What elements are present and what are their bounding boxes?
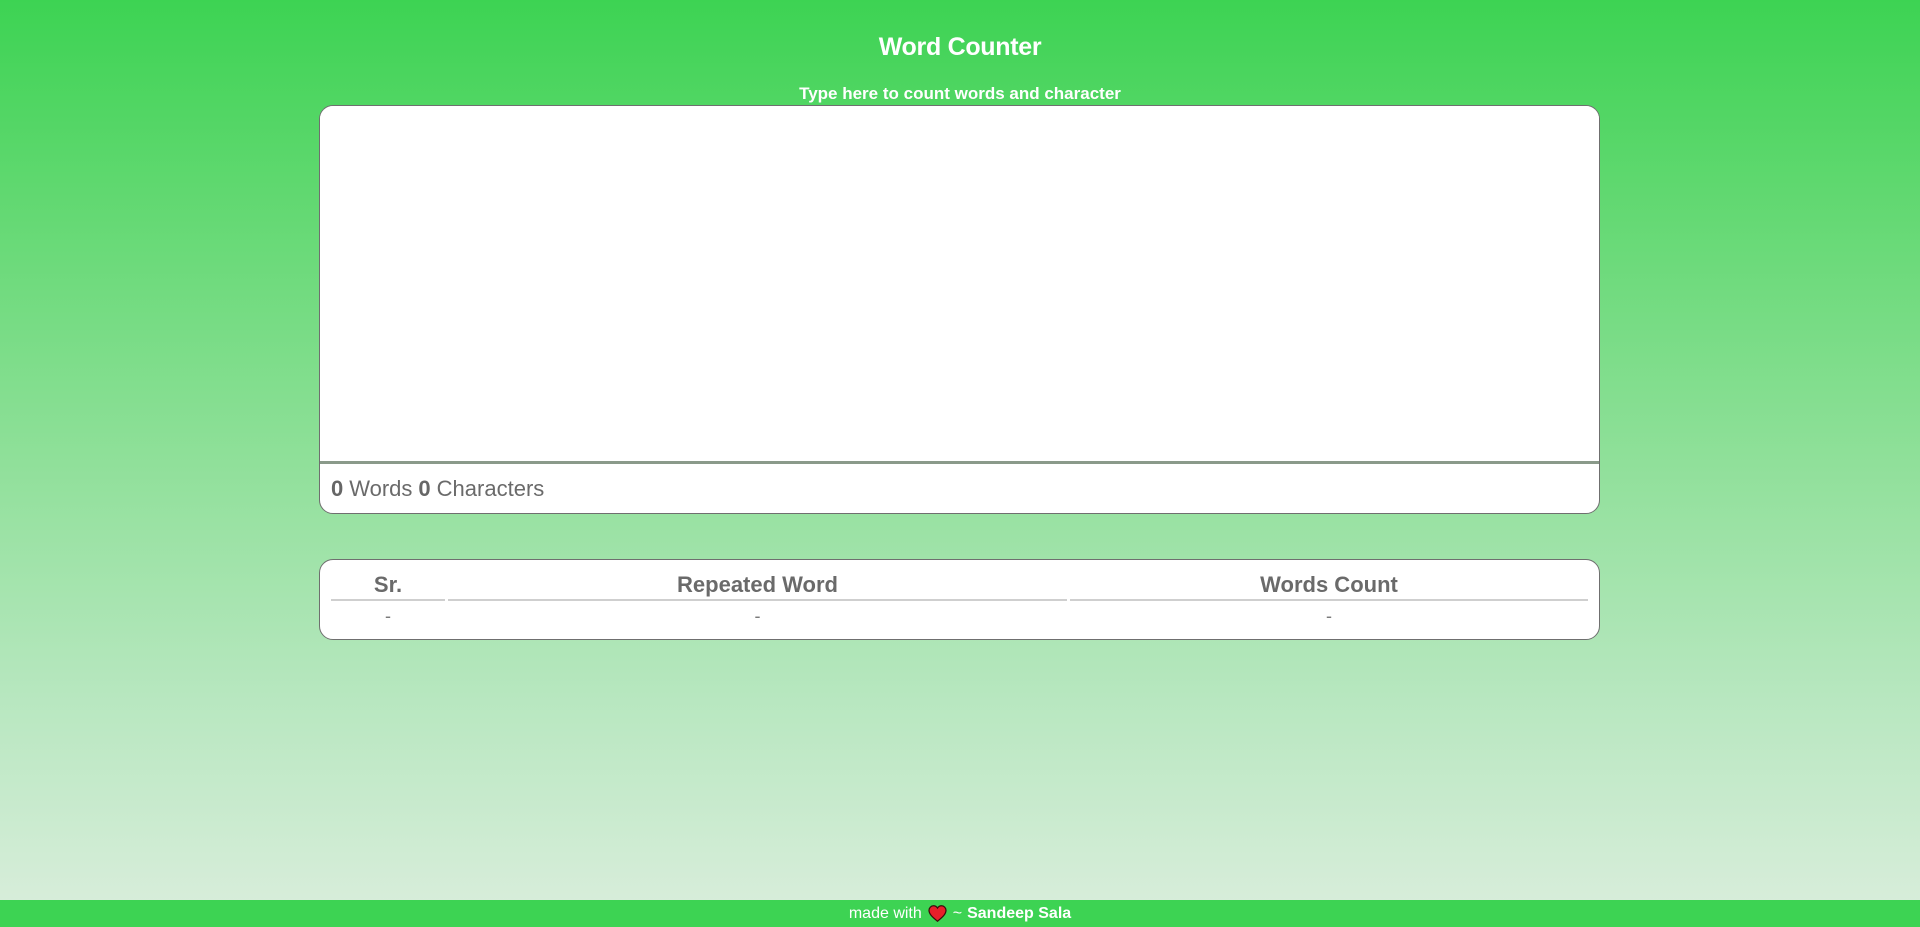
column-header-repeated-word: Repeated Word (448, 567, 1067, 601)
footer-made-with: made with (848, 904, 922, 922)
words-label: Words (349, 475, 413, 501)
table-cell-words-count: - (1326, 605, 1332, 626)
table-header-row: Sr. Repeated Word Words Count (331, 567, 1588, 601)
count-summary: 0 Words 0 Characters (320, 464, 1599, 513)
repeated-words-table: Sr. Repeated Word Words Count - - - (328, 567, 1591, 631)
editor-card: 0 Words 0 Characters (319, 105, 1600, 514)
word-count-value: 0 (331, 475, 344, 501)
footer-separator: ~ (952, 904, 963, 922)
text-input-area[interactable] (320, 106, 1599, 464)
heart-icon (928, 905, 947, 923)
repeated-words-card: Sr. Repeated Word Words Count - - - (319, 559, 1600, 640)
table-cell-repeated-word: - (754, 605, 761, 626)
footer-author-link[interactable]: Sandeep Sala (967, 905, 1071, 923)
page-subtitle: Type here to count words and character (799, 84, 1121, 103)
characters-label: Characters (436, 475, 545, 501)
column-header-words-count: Words Count (1070, 567, 1588, 601)
page-title: Word Counter (878, 33, 1042, 61)
table-cell-sr: - (385, 605, 391, 626)
footer: made with ~ Sandeep Sala (0, 900, 1920, 927)
char-count-value: 0 (418, 475, 431, 501)
table-row: - - - (331, 601, 1588, 631)
column-header-sr: Sr. (331, 567, 445, 601)
